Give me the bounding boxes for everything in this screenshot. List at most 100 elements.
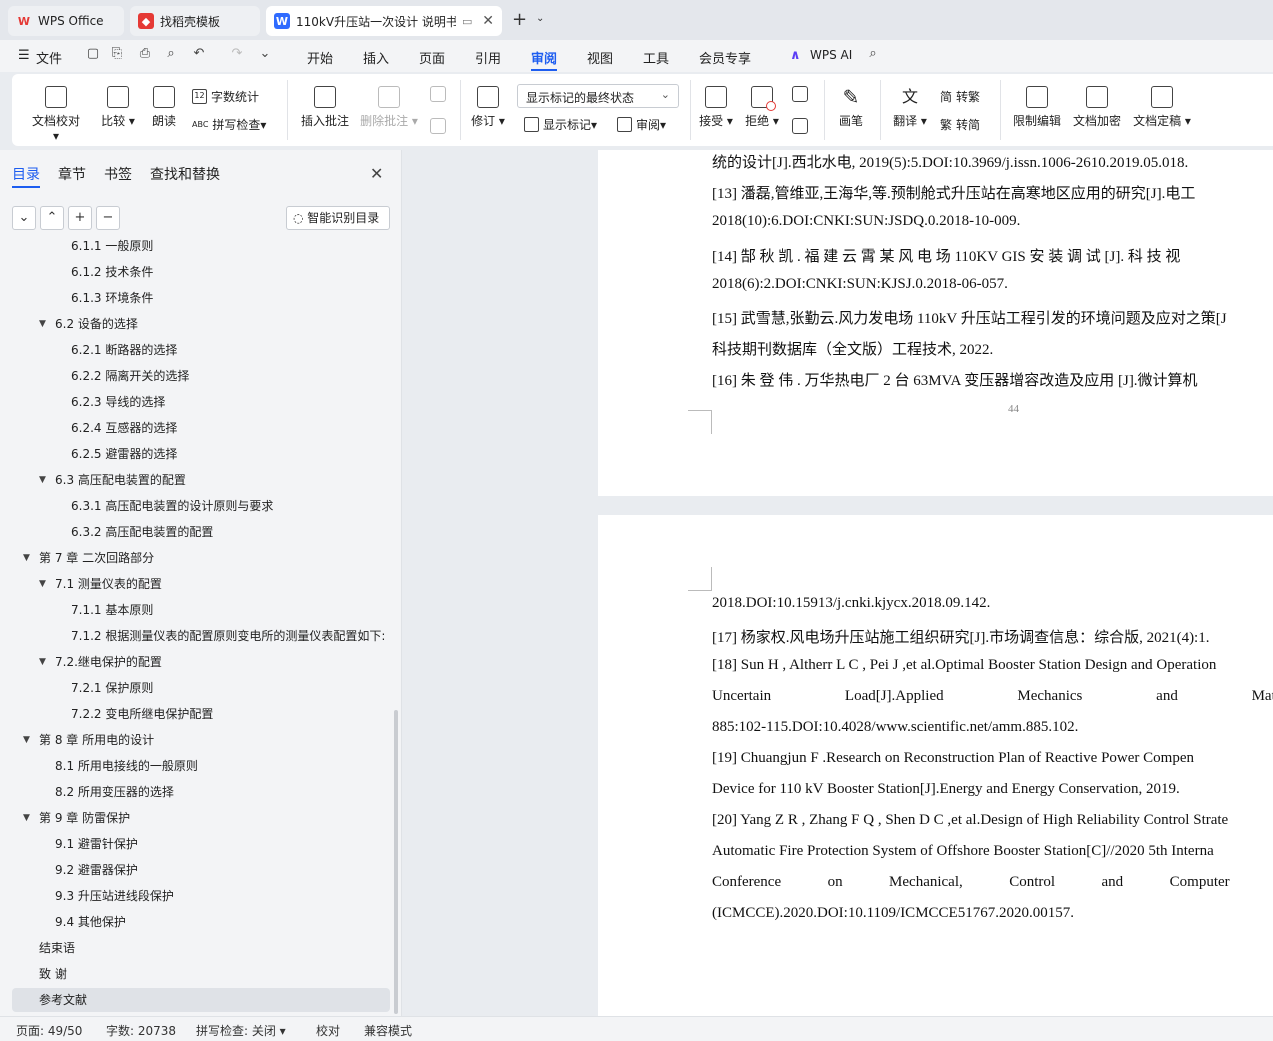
toc-item[interactable]: 参考文献 [12,988,390,1012]
menu-view[interactable]: 视图 [587,48,613,67]
expand-caret-icon[interactable]: ▼ [39,650,46,674]
restrict-edit-button[interactable]: 限制编辑 [1012,86,1062,129]
previous-change-button[interactable] [790,86,810,106]
to-simplified-button[interactable]: 繁 转简 [940,116,980,133]
review-pane-button[interactable]: 审阅 ▾ [617,116,666,133]
export-icon[interactable]: ⎘ [108,46,126,64]
menu-insert[interactable]: 插入 [363,48,389,67]
status-proofread[interactable]: 校对 [316,1022,340,1039]
smart-toc-button[interactable]: ◌ 智能识别目录 [286,206,390,230]
redo-icon[interactable]: ↷ [228,46,246,64]
menu-review[interactable]: 审阅 [531,48,557,67]
chevron-down-icon[interactable]: ⌄ [536,13,544,24]
show-markup-button[interactable]: 显示标记 ▾ [524,116,597,133]
toc-item[interactable]: ▼ 7.1 测量仪表的配置 [12,572,390,596]
next-change-button[interactable] [790,118,810,138]
toc-item[interactable]: 7.2.2 变电所继电保护配置 [12,702,390,726]
toc-item[interactable]: ▼ 7.2.继电保护的配置 [12,650,390,674]
accept-button[interactable]: 接受 ▾ [698,86,734,129]
toc-item[interactable]: 9.1 避雷针保护 [12,832,390,856]
menu-wps-ai[interactable]: WPS AI [810,48,852,62]
expand-caret-icon[interactable]: ▼ [39,468,46,492]
toc-item[interactable]: ▼ 6.3 高压配电装置的配置 [12,468,390,492]
toc-item[interactable]: 致 谢 [12,962,390,986]
expand-up-icon[interactable]: ⌃ [40,206,64,230]
toc-item[interactable]: 6.3.2 高压配电装置的配置 [12,520,390,544]
word-count-button[interactable]: 12 字数统计 [192,88,259,105]
collapse-all-icon[interactable]: ⌄ [12,206,36,230]
add-heading-icon[interactable]: + [68,206,92,230]
doc-check-button[interactable]: 文档校对 ▾ [28,86,84,143]
new-tab-icon[interactable]: + [512,9,527,30]
read-aloud-button[interactable]: 朗读 [150,86,178,129]
menu-tools[interactable]: 工具 [643,48,669,67]
toc-item[interactable]: 9.4 其他保护 [12,910,390,934]
hamburger-icon[interactable]: ☰ [18,48,30,63]
toc-item[interactable]: 7.1.2 根据测量仪表的配置原则变电所的测量仪表配置如下: [12,624,390,648]
toc-item[interactable]: 9.2 避雷器保护 [12,858,390,882]
tab-toc[interactable]: 目录 [12,164,40,184]
toc-item[interactable]: 6.2.5 避雷器的选择 [12,442,390,466]
next-comment-button[interactable] [428,118,448,138]
to-traditional-button[interactable]: 简 转繁 [940,88,980,105]
toc-item[interactable]: 9.3 升压站进线段保护 [12,884,390,908]
expand-caret-icon[interactable]: ▼ [23,806,30,830]
toc-item[interactable]: 8.2 所用变压器的选择 [12,780,390,804]
close-icon[interactable]: ✕ [482,13,494,29]
tab-bookmarks[interactable]: 书签 [104,164,132,184]
chevron-down-icon[interactable]: ⌄ [256,46,274,64]
compare-button[interactable]: 比较 ▾ [98,86,138,129]
toc-item[interactable]: 6.1.2 技术条件 [12,260,390,284]
document-page[interactable]: 2018.DOI:10.15913/j.cnki.kjycx.2018.09.1… [598,515,1273,1016]
toc-item[interactable]: ▼ 第 8 章 所用电的设计 [12,728,390,752]
reject-button[interactable]: 拒绝 ▾ [744,86,780,129]
toc-item[interactable]: ▼ 第 7 章 二次回路部分 [12,546,390,570]
toc-item[interactable]: 结束语 [12,936,390,960]
menu-home[interactable]: 开始 [307,48,333,67]
expand-caret-icon[interactable]: ▼ [23,728,30,752]
remove-heading-icon[interactable]: − [96,206,120,230]
insert-comment-button[interactable]: 插入批注 [300,86,350,129]
search-icon[interactable]: ⌕ [864,46,882,64]
expand-caret-icon[interactable]: ▼ [39,312,46,336]
toc-item[interactable]: 6.2.2 隔离开关的选择 [12,364,390,388]
markup-state-select[interactable]: 显示标记的最终状态 ⌄ [517,84,679,108]
scrollbar-thumb[interactable] [394,710,398,1014]
status-word-count[interactable]: 字数: 20738 [106,1022,176,1039]
tab-wps-office[interactable]: W WPS Office [8,6,124,36]
document-page[interactable]: 44 统的设计[J].西北水电, 2019(5):5.DOI:10.3969/j… [598,150,1273,496]
toc-item[interactable]: 7.2.1 保护原则 [12,676,390,700]
spell-check-button[interactable]: ABC 拼写检查 ▾ [192,116,266,133]
tab-sections[interactable]: 章节 [58,164,86,184]
print-icon[interactable]: ⎙ [136,46,154,64]
menu-file[interactable]: 文件 [36,48,62,67]
pen-button[interactable]: ✎ 画笔 [836,86,866,129]
print-preview-icon[interactable]: ⌕ [162,46,180,64]
expand-caret-icon[interactable]: ▼ [39,572,46,596]
close-icon[interactable]: ✕ [370,164,383,183]
track-changes-button[interactable]: 修订 ▾ [470,86,506,129]
delete-comment-button[interactable]: 删除批注 ▾ [360,86,418,129]
toc-item[interactable]: 7.1.1 基本原则 [12,598,390,622]
expand-caret-icon[interactable]: ▼ [23,546,30,570]
finalize-button[interactable]: 文档定稿 ▾ [1132,86,1192,129]
tab-template[interactable]: ◆ 找稻壳模板 [130,6,260,36]
previous-comment-button[interactable] [428,86,448,106]
toc-item[interactable]: 8.1 所用电接线的一般原则 [12,754,390,778]
encrypt-button[interactable]: 文档加密 [1072,86,1122,129]
menu-membership[interactable]: 会员专享 [699,48,751,67]
menu-references[interactable]: 引用 [475,48,501,67]
toc-item[interactable]: ▼ 第 9 章 防雷保护 [12,806,390,830]
toc-item[interactable]: 6.1.3 环境条件 [12,286,390,310]
status-spell-check[interactable]: 拼写检查: 关闭 ▾ [196,1022,286,1039]
translate-button[interactable]: 文 翻译 ▾ [892,86,928,129]
tab-find-replace[interactable]: 查找和替换 [150,164,220,184]
menu-page[interactable]: 页面 [419,48,445,67]
monitor-icon[interactable]: ▭ [462,15,472,28]
toc-item[interactable]: 6.3.1 高压配电装置的设计原则与要求 [12,494,390,518]
toc-item[interactable]: 6.2.1 断路器的选择 [12,338,390,362]
toc-item[interactable]: 6.2.3 导线的选择 [12,390,390,414]
tab-document[interactable]: W 110kV升压站一次设计 说明书 ▭ ✕ [266,6,502,36]
status-page[interactable]: 页面: 49/50 [16,1022,82,1039]
toc-item[interactable]: 6.1.1 一般原则 [12,238,390,258]
